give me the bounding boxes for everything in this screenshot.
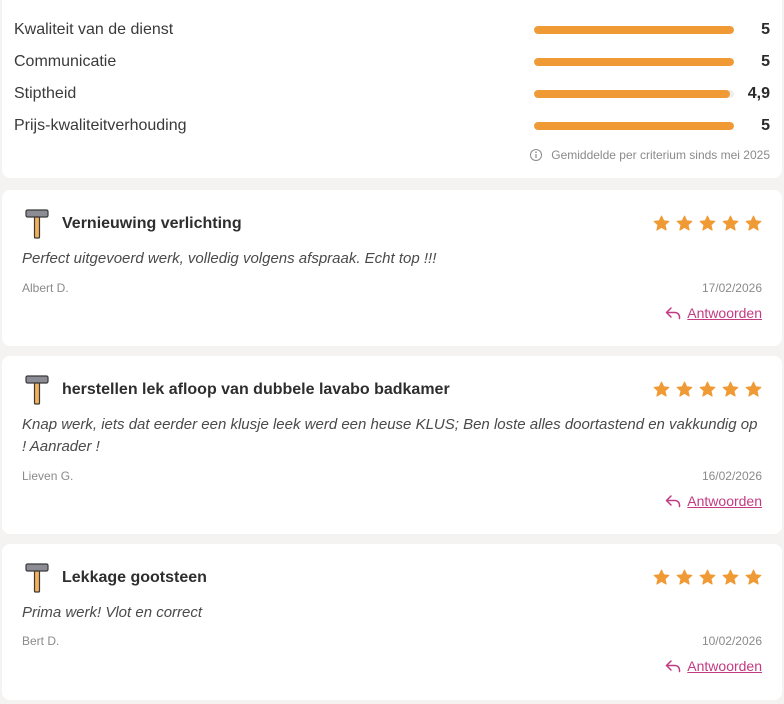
- review-author: Lieven G.: [22, 469, 74, 483]
- star-icon: [699, 215, 716, 231]
- star-icon: [699, 569, 716, 585]
- rating-value: 5: [761, 21, 770, 38]
- rating-label: Prijs-kwaliteitverhouding: [14, 117, 187, 134]
- review-text: Prima werk! Vlot en correct: [22, 604, 203, 621]
- reply-label[interactable]: Antwoorden: [687, 658, 762, 674]
- review-title: Vernieuwing verlichting: [62, 215, 242, 232]
- review-date: 10/02/2026: [701, 634, 762, 648]
- star-icon: [676, 569, 693, 585]
- star-icon: [722, 569, 739, 585]
- star-icon: [745, 215, 762, 231]
- rating-bar: [534, 58, 734, 66]
- reply-link[interactable]: Antwoorden: [665, 658, 762, 674]
- review-date: 16/02/2026: [701, 469, 762, 483]
- rating-bar-fill: [534, 26, 734, 34]
- rating-bar-fill: [534, 90, 730, 98]
- review-header: Vernieuwing verlichting: [22, 208, 762, 242]
- rating-row-value-for-money: Prijs-kwaliteitverhouding 5: [14, 114, 770, 138]
- reply-icon: [666, 495, 681, 508]
- rating-label: Stiptheid: [14, 85, 77, 102]
- review-title: herstellen lek afloop van dubbele lavabo…: [62, 381, 450, 398]
- star-icon: [676, 215, 693, 231]
- review-header: herstellen lek afloop van dubbele lavabo…: [22, 374, 762, 408]
- star-icon: [676, 381, 693, 397]
- review-card: Vernieuwing verlichting Perfect uitgevoe…: [2, 190, 782, 346]
- rating-value: 4,9: [747, 85, 770, 102]
- rating-row-punctuality: Stiptheid 4,9: [14, 82, 770, 106]
- review-date: 17/02/2026: [701, 281, 762, 295]
- review-text: Perfect uitgevoerd werk, volledig volgen…: [22, 250, 437, 267]
- star-icon: [653, 381, 670, 397]
- star-icon: [653, 215, 670, 231]
- star-icon: [722, 215, 739, 231]
- star-icon: [722, 381, 739, 397]
- ratings-summary: Kwaliteit van de dienst 5 Communicatie 5…: [2, 0, 782, 178]
- hammer-icon: [25, 209, 49, 239]
- review-title: Lekkage gootsteen: [62, 569, 207, 586]
- reply-label[interactable]: Antwoorden: [687, 493, 762, 509]
- rating-bar: [534, 26, 734, 34]
- reply-label[interactable]: Antwoorden: [687, 305, 762, 321]
- reply-link[interactable]: Antwoorden: [665, 493, 762, 509]
- review-header: Lekkage gootsteen: [22, 562, 762, 596]
- hammer-icon: [25, 375, 49, 405]
- review-card: herstellen lek afloop van dubbele lavabo…: [2, 356, 782, 534]
- star-icon: [745, 381, 762, 397]
- review-author: Albert D.: [22, 281, 69, 295]
- rating-bar: [534, 122, 734, 130]
- review-text: Knap werk, iets dat eerder een klusje le…: [22, 416, 758, 455]
- ratings-footnote: Gemiddelde per criterium sinds mei 2025: [529, 148, 770, 162]
- rating-row-communication: Communicatie 5: [14, 50, 770, 74]
- rating-bar-fill: [534, 122, 734, 130]
- star-rating: [653, 569, 762, 586]
- rating-bar-fill: [534, 58, 734, 66]
- star-rating: [653, 381, 762, 398]
- reply-link[interactable]: Antwoorden: [665, 305, 762, 321]
- info-icon: [530, 149, 543, 161]
- star-icon: [745, 569, 762, 585]
- review-card: Lekkage gootsteen Prima werk! Vlot en co…: [2, 544, 782, 700]
- star-icon: [699, 381, 716, 397]
- rating-label: Kwaliteit van de dienst: [14, 21, 174, 38]
- rating-label: Communicatie: [14, 53, 117, 70]
- star-rating: [653, 215, 762, 232]
- reply-icon: [666, 307, 681, 320]
- rating-value: 5: [761, 117, 770, 134]
- review-author: Bert D.: [22, 634, 60, 648]
- footnote-text: Gemiddelde per criterium sinds mei 2025: [551, 148, 770, 162]
- star-icon: [653, 569, 670, 585]
- hammer-icon: [25, 563, 49, 593]
- reply-icon: [666, 660, 681, 673]
- rating-bar: [534, 90, 734, 98]
- rating-row-quality: Kwaliteit van de dienst 5: [14, 18, 770, 42]
- rating-value: 5: [761, 53, 770, 70]
